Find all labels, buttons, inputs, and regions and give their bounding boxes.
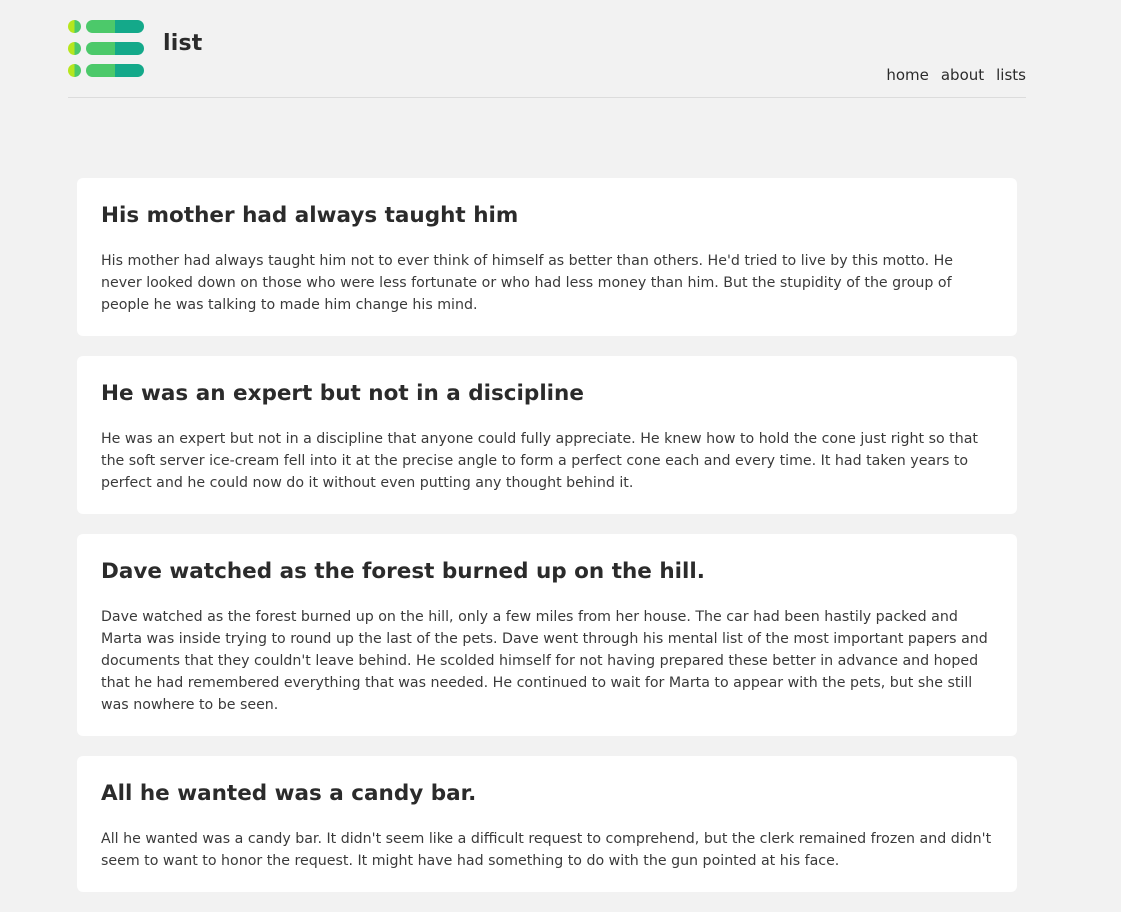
post-card: Dave watched as the forest burned up on …: [77, 534, 1017, 736]
nav-home-link[interactable]: home: [886, 66, 929, 84]
post-card: All he wanted was a candy bar. All he wa…: [77, 756, 1017, 892]
post-body: He was an expert but not in a discipline…: [101, 431, 978, 491]
nav-about-link[interactable]: about: [941, 66, 984, 84]
main-nav: home about lists: [886, 66, 1026, 84]
post-body: All he wanted was a candy bar. It didn't…: [101, 831, 992, 869]
post-title[interactable]: All he wanted was a candy bar.: [101, 780, 993, 808]
site-header: list home about lists: [68, 0, 1026, 98]
post-title[interactable]: Dave watched as the forest burned up on …: [101, 558, 993, 586]
post-title[interactable]: His mother had always taught him: [101, 202, 993, 230]
list-logo-icon[interactable]: [68, 19, 144, 79]
post-body: Dave watched as the forest burned up on …: [101, 609, 988, 713]
post-title[interactable]: He was an expert but not in a discipline: [101, 380, 993, 408]
post-card: He was an expert but not in a discipline…: [77, 356, 1017, 514]
site-title[interactable]: list: [163, 31, 203, 56]
post-card: His mother had always taught him His mot…: [77, 178, 1017, 336]
post-body: His mother had always taught him not to …: [101, 253, 953, 313]
post-feed: His mother had always taught him His mot…: [77, 178, 1017, 912]
nav-lists-link[interactable]: lists: [996, 66, 1026, 84]
